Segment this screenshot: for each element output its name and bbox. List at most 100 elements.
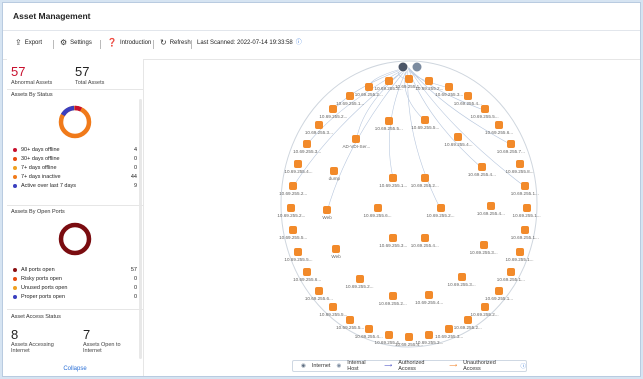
host-node[interactable]: 10.69.255.5... — [365, 117, 413, 131]
network-graph[interactable]: 10.69.255.1... 10.69.255.2... 10.69.255.3.… — [145, 59, 640, 376]
host-label: 10.69.255.7... — [496, 148, 525, 154]
host-icon — [289, 226, 298, 235]
unauthorized-line-icon: ⟶ — [449, 363, 458, 369]
host-node[interactable]: 10.69.255.5... — [461, 105, 509, 119]
divider — [7, 205, 143, 206]
host-node[interactable]: 10.69.255.1... — [501, 226, 549, 240]
host-icon — [522, 204, 531, 212]
host-node[interactable]: 10.69.255.6... — [354, 204, 402, 218]
host-node[interactable]: 10.69.255.3... — [460, 240, 508, 255]
host-icon — [373, 204, 382, 212]
host-icon — [463, 315, 472, 324]
status-dot — [13, 175, 17, 179]
host-icon — [384, 77, 393, 86]
host-node[interactable]: dump — [310, 167, 358, 181]
host-icon — [436, 204, 445, 212]
host-icon — [329, 105, 338, 114]
graph-legend: ◉ Internet ◉ Internal Host ⟶ Authorized … — [292, 360, 527, 372]
status-row: 7+ days inactive 44 — [13, 174, 137, 180]
host-icon — [287, 204, 296, 212]
host-node[interactable]: 10.69.255.1... — [475, 286, 523, 301]
divider — [7, 89, 143, 90]
authorized-line-icon: ⟶ — [384, 363, 393, 369]
page-title: Asset Management — [13, 11, 91, 21]
host-label: 10.69.255.5... — [279, 235, 308, 241]
host-label: 10.69.255.2... — [378, 300, 407, 306]
abnormal-assets-label: Abnormal Assets — [11, 80, 53, 86]
toolbar-divider — [53, 40, 54, 49]
ports-row: Unused ports open 0 — [13, 285, 137, 291]
open-to-internet-count: 7 — [83, 327, 91, 342]
host-label: 10.69.255.6... — [293, 277, 322, 283]
internet-icon[interactable] — [397, 61, 409, 73]
host-label: Web — [331, 253, 341, 259]
host-icon — [314, 121, 323, 130]
toolbar: ⇪ Export ⚙ Settings ❓ Introduction ↻ Ref… — [3, 31, 640, 60]
host-icon — [425, 290, 434, 299]
introduction-button[interactable]: ❓ Introduction — [107, 39, 151, 47]
host-node[interactable]: 10.69.255.2... — [417, 204, 465, 218]
host-icon — [384, 117, 393, 126]
info-icon[interactable]: ⓘ — [296, 40, 302, 46]
toolbar-divider — [153, 40, 154, 49]
host-node[interactable]: 10.69.255.6... — [283, 268, 331, 282]
host-node[interactable]: 10.69.255.1... — [487, 268, 535, 282]
host-node[interactable]: 10.69.255.7... — [487, 139, 535, 154]
host-label: 10.69.255.2... — [410, 183, 439, 189]
open-to-internet-label: Assets Open to Internet — [83, 342, 121, 354]
host-node[interactable]: 10.69.255.5... — [309, 302, 357, 317]
host-node[interactable]: Web — [312, 244, 360, 259]
info-icon[interactable]: ⓘ — [520, 362, 526, 370]
host-icon — [329, 302, 338, 311]
status-row: Active over last 7 days 9 — [13, 183, 137, 189]
host-node[interactable]: 10.69.255.1... — [501, 181, 549, 196]
status-donut-chart — [58, 105, 92, 139]
host-node[interactable]: 10.69.255.2... — [309, 105, 357, 119]
host-label: 10.69.255.5... — [336, 324, 365, 330]
host-label: 10.69.255.1... — [485, 295, 514, 301]
status-section-title: Assets By Status — [11, 92, 53, 98]
status-row: 90+ days offline 4 — [13, 147, 137, 153]
host-node[interactable]: 10.69.255.3... — [369, 233, 417, 248]
refresh-button[interactable]: ↻ Refresh — [160, 39, 191, 47]
host-node[interactable]: 10.69.255.2... — [336, 275, 384, 289]
host-icon — [294, 159, 303, 168]
status-row: 7+ days offline 0 — [13, 165, 137, 171]
host-node[interactable]: 10.69.255.2... — [401, 174, 449, 188]
host-node[interactable]: 10.69.255.2... — [269, 181, 317, 196]
host-node[interactable]: Web — [303, 206, 351, 220]
ports-dot — [13, 286, 17, 290]
host-label: 10.69.255.3... — [469, 249, 498, 255]
host-node[interactable]: 10.69.255.3... — [438, 272, 486, 287]
host-label: 10.69.255.1... — [496, 277, 525, 283]
host-node[interactable]: 10.69.255.5... — [269, 226, 317, 240]
sidebar-scrollbar[interactable] — [139, 99, 142, 359]
internal-host-icon[interactable] — [411, 61, 423, 73]
host-node[interactable]: 10.69.255.2... — [369, 291, 417, 306]
export-button[interactable]: ⇪ Export — [15, 39, 42, 47]
host-node[interactable]: 10.69.255.5... — [326, 315, 374, 330]
host-node[interactable]: 10.69.255.3... — [365, 77, 413, 91]
host-icon — [346, 315, 355, 324]
settings-button[interactable]: ⚙ Settings — [60, 39, 92, 47]
host-node[interactable]: 10.69.255.3... — [295, 121, 343, 135]
accessing-internet-count: 8 — [11, 327, 19, 342]
internet-legend-icon: ◉ — [301, 363, 306, 369]
status-dot — [13, 148, 17, 152]
host-node[interactable]: 10.69.255.4... — [458, 163, 506, 177]
host-icon — [330, 167, 339, 176]
host-label: dump — [328, 176, 341, 182]
host-icon — [495, 121, 504, 130]
ports-section-title: Assets By Open Ports — [11, 209, 65, 215]
host-node[interactable]: 10.69.255.4... — [467, 201, 515, 216]
host-icon — [352, 135, 361, 144]
internal-host-legend-icon: ◉ — [336, 363, 342, 369]
host-icon — [421, 116, 430, 125]
host-label: 10.69.255.5... — [374, 126, 403, 132]
title-bar: Asset Management — [3, 3, 640, 31]
ports-row: Risky ports open 0 — [13, 276, 137, 282]
collapse-button[interactable]: Collapse — [7, 366, 143, 372]
host-node[interactable]: 10.69.255.4... — [434, 132, 482, 147]
host-node[interactable]: AD-VDI-Ser... — [332, 135, 380, 149]
host-node[interactable]: 10.69.255.3... — [283, 139, 331, 154]
